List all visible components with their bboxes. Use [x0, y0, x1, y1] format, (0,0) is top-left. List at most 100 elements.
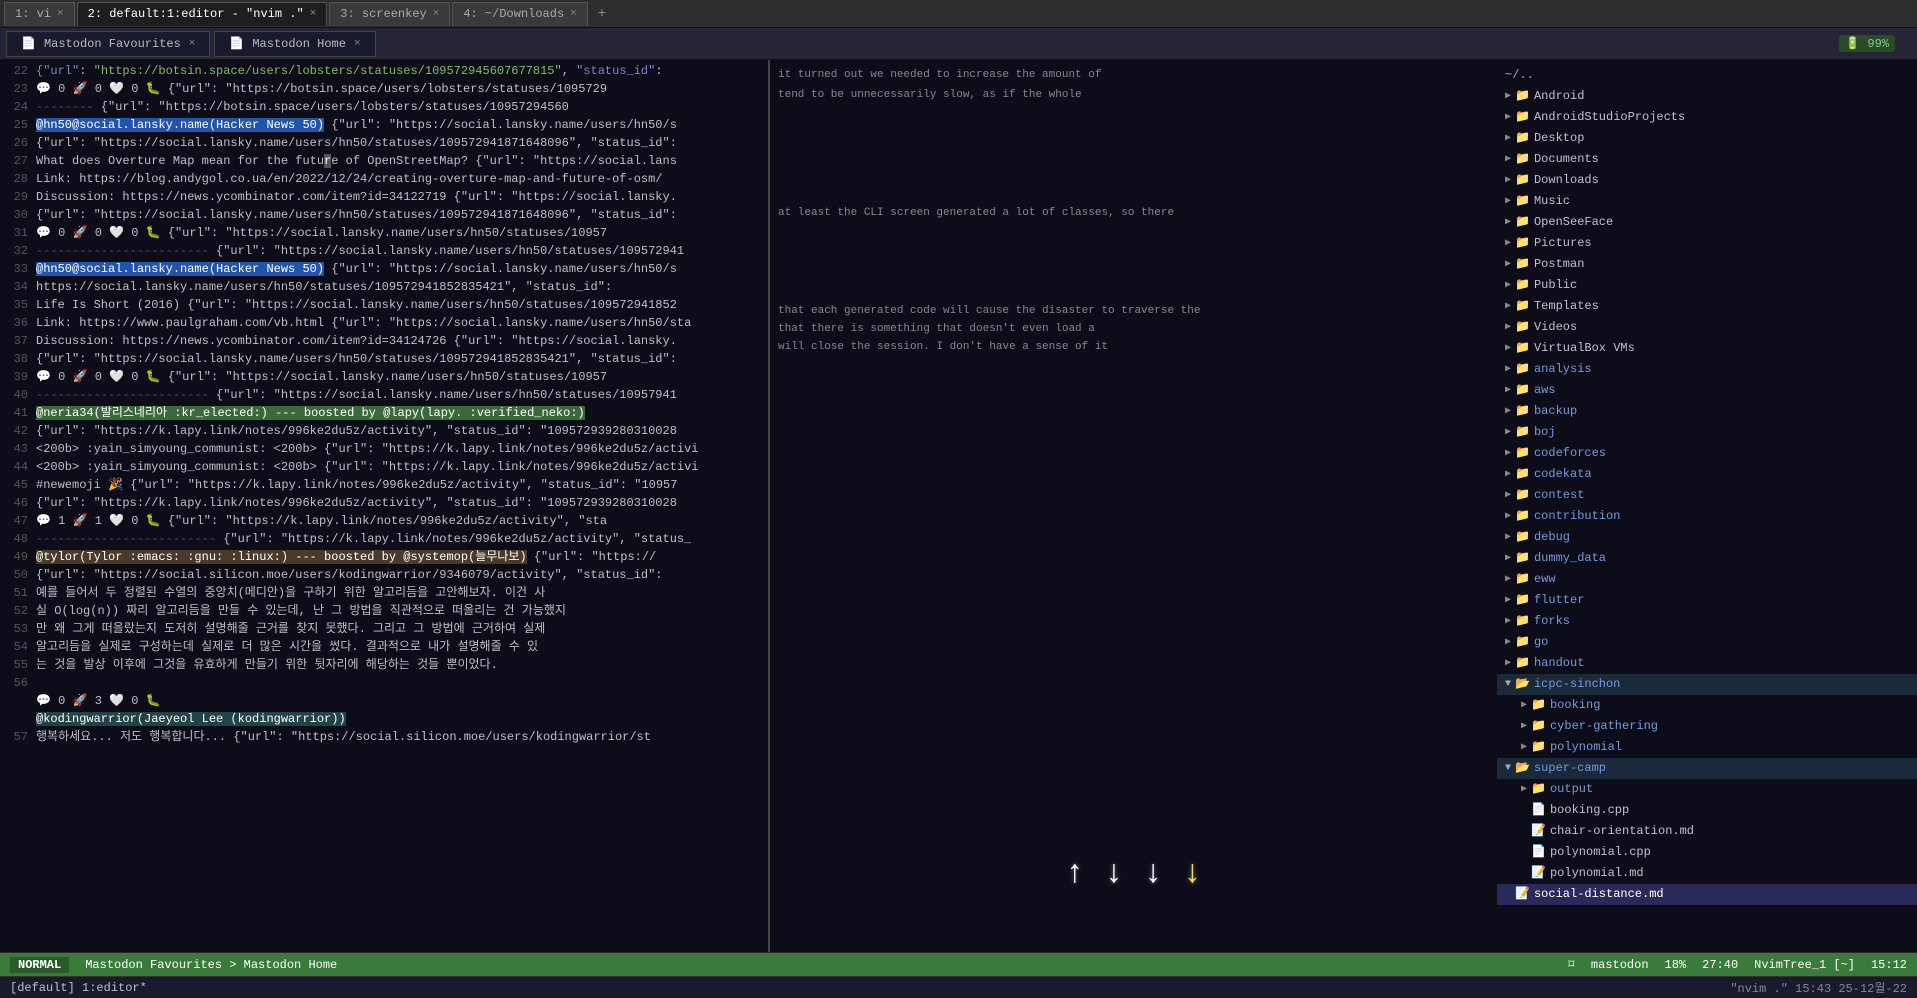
tree-item-forks[interactable]: ▶ 📁 forks [1497, 611, 1917, 632]
tree-item-flutter[interactable]: ▶ 📁 flutter [1497, 590, 1917, 611]
main-container: 📄 Mastodon Favourites × 📄 Mastodon Home … [0, 28, 1917, 998]
editor-line-45: 45 #newemoji 🎉 {"url": "https://k.lapy.l… [0, 476, 768, 494]
tree-item-label: eww [1534, 570, 1556, 589]
window-tab-home-icon: 📄 [229, 36, 244, 51]
tree-item-analysis[interactable]: ▶ 📁 analysis [1497, 359, 1917, 380]
tree-arrow: ▶ [1505, 339, 1511, 358]
tab-4-close[interactable]: × [570, 8, 577, 20]
tab-1[interactable]: 1: vi × [4, 2, 75, 26]
folder-icon: 📁 [1531, 696, 1546, 715]
editor-line-41: 41 @neria34(발리스네리아 :kr_elected:) --- boo… [0, 404, 768, 422]
file-icon: 📝 [1531, 822, 1546, 841]
tree-item-androidstudio[interactable]: ▶ 📁 AndroidStudioProjects [1497, 107, 1917, 128]
tree-item-aws[interactable]: ▶ 📁 aws [1497, 380, 1917, 401]
vim-mode-badge: NORMAL [10, 957, 69, 973]
editor-line-54: 54 알고리듬을 실제로 구성하는데 실제로 더 많은 시간을 썼다. 결과적으… [0, 638, 768, 656]
tree-arrow: ▶ [1505, 465, 1511, 484]
tree-item-social-distance[interactable]: ▶ 📝 social-distance.md [1497, 884, 1917, 905]
tree-item-chair-orientation[interactable]: ▶ 📝 chair-orientation.md [1497, 821, 1917, 842]
scroll-up-arrow[interactable]: ↑ [1065, 855, 1084, 892]
editor-line-43: 43 <200b> :yain_simyoung_communist: <200… [0, 440, 768, 458]
content-area: 22 {"url": "https://botsin.space/users/l… [0, 60, 1917, 952]
tree-item-contest[interactable]: ▶ 📁 contest [1497, 485, 1917, 506]
tree-item-handout[interactable]: ▶ 📁 handout [1497, 653, 1917, 674]
tree-item-icpc-sinchon[interactable]: ▼ 📂 icpc-sinchon [1497, 674, 1917, 695]
tree-item-openseeface[interactable]: ▶ 📁 OpenSeeFace [1497, 212, 1917, 233]
tree-item-public[interactable]: ▶ 📁 Public [1497, 275, 1917, 296]
tree-item-output[interactable]: ▶ 📁 output [1497, 779, 1917, 800]
tree-arrow: ▶ [1505, 318, 1511, 337]
folder-icon: 📂 [1515, 675, 1530, 694]
folder-icon: 📁 [1515, 465, 1530, 484]
folder-icon: 📁 [1515, 360, 1530, 379]
tree-item-super-camp[interactable]: ▼ 📂 super-camp [1497, 758, 1917, 779]
tree-item-codeforces[interactable]: ▶ 📁 codeforces [1497, 443, 1917, 464]
window-tab-mastodon-home[interactable]: 📄 Mastodon Home × [214, 31, 375, 57]
tree-arrow: ▶ [1521, 696, 1527, 715]
window-tab-home-close[interactable]: × [354, 38, 361, 50]
window-tab-mastodon-favourites[interactable]: 📄 Mastodon Favourites × [6, 31, 210, 57]
scroll-down-arrow-2[interactable]: ↓ [1144, 855, 1163, 892]
status-bar: NORMAL Mastodon Favourites > Mastodon Ho… [0, 952, 1917, 976]
file-tree[interactable]: ~/.. ▶ 📁 Android ▶ 📁 AndroidStudioProjec… [1497, 60, 1917, 952]
tree-item-label: debug [1534, 528, 1570, 547]
tree-item-downloads[interactable]: ▶ 📁 Downloads [1497, 170, 1917, 191]
chat-line-8: will close the session. I don't have a s… [778, 338, 1489, 356]
tree-item-polynomial[interactable]: ▶ 📁 polynomial [1497, 737, 1917, 758]
editor-line-53: 53 만 왜 그게 떠올랐는지 도저히 설명해줄 근거를 찾지 못했다. 그리고… [0, 620, 768, 638]
tree-arrow: ▶ [1505, 360, 1511, 379]
tree-item-backup[interactable]: ▶ 📁 backup [1497, 401, 1917, 422]
tab-2-close[interactable]: × [310, 8, 317, 20]
tree-arrow: ▶ [1505, 402, 1511, 421]
tree-arrow: ▶ [1505, 192, 1511, 211]
tab-1-close[interactable]: × [57, 8, 64, 20]
folder-icon: 📁 [1515, 318, 1530, 337]
tree-item-go[interactable]: ▶ 📁 go [1497, 632, 1917, 653]
tree-item-label: icpc-sinchon [1534, 675, 1620, 694]
chat-content[interactable]: it turned out we needed to increase the … [770, 60, 1497, 952]
tree-item-polynomial-md[interactable]: ▶ 📝 polynomial.md [1497, 863, 1917, 884]
tree-item-boj[interactable]: ▶ 📁 boj [1497, 422, 1917, 443]
folder-icon: 📁 [1515, 108, 1530, 127]
tree-arrow: ▶ [1505, 444, 1511, 463]
chat-line-4: at least the CLI screen generated a lot … [778, 204, 1489, 222]
tab-2[interactable]: 2: default:1:editor - "nvim ." × [77, 2, 328, 26]
tab-4[interactable]: 4: ~/Downloads × [452, 2, 587, 26]
tree-item-virtualbox[interactable]: ▶ 📁 VirtualBox VMs [1497, 338, 1917, 359]
scroll-down-arrow-3[interactable]: ↓ [1183, 855, 1202, 892]
tree-item-eww[interactable]: ▶ 📁 eww [1497, 569, 1917, 590]
tree-item-cyber-gathering[interactable]: ▶ 📁 cyber-gathering [1497, 716, 1917, 737]
tree-item-booking[interactable]: ▶ 📁 booking [1497, 695, 1917, 716]
tab-3[interactable]: 3: screenkey × [329, 2, 450, 26]
tree-item-pictures[interactable]: ▶ 📁 Pictures [1497, 233, 1917, 254]
editor-content[interactable]: 22 {"url": "https://botsin.space/users/l… [0, 60, 768, 952]
file-icon: 📝 [1531, 864, 1546, 883]
tab-3-close[interactable]: × [433, 8, 440, 20]
tree-item-polynomial-cpp[interactable]: ▶ 📄 polynomial.cpp [1497, 842, 1917, 863]
window-tab-fav-close[interactable]: × [189, 38, 196, 50]
tree-item-dummy-data[interactable]: ▶ 📁 dummy_data [1497, 548, 1917, 569]
tree-item-videos[interactable]: ▶ 📁 Videos [1497, 317, 1917, 338]
folder-icon: 📁 [1515, 297, 1530, 316]
tree-item-booking-cpp[interactable]: ▶ 📄 booking.cpp [1497, 800, 1917, 821]
tree-arrow: ▶ [1521, 843, 1527, 862]
editor-line-47: 47 💬 1 🚀 1 🤍 0 🐛 {"url": "https://k.lapy… [0, 512, 768, 530]
tab-add-button[interactable]: + [590, 4, 614, 24]
tree-arrow: ▶ [1505, 381, 1511, 400]
tree-item-label: Postman [1534, 255, 1584, 274]
folder-icon: 📁 [1515, 423, 1530, 442]
tree-item-postman[interactable]: ▶ 📁 Postman [1497, 254, 1917, 275]
tree-item-debug[interactable]: ▶ 📁 debug [1497, 527, 1917, 548]
tree-item-contribution[interactable]: ▶ 📁 contribution [1497, 506, 1917, 527]
tree-item-desktop[interactable]: ▶ 📁 Desktop [1497, 128, 1917, 149]
tree-item-templates[interactable]: ▶ 📁 Templates [1497, 296, 1917, 317]
tree-item-music[interactable]: ▶ 📁 Music [1497, 191, 1917, 212]
folder-icon: 📁 [1515, 507, 1530, 526]
tree-arrow: ▼ [1505, 675, 1511, 694]
scroll-down-arrow-1[interactable]: ↓ [1104, 855, 1123, 892]
folder-icon: 📁 [1515, 381, 1530, 400]
tree-item-documents[interactable]: ▶ 📁 Documents [1497, 149, 1917, 170]
tree-item-android[interactable]: ▶ 📁 Android [1497, 86, 1917, 107]
tree-arrow: ▶ [1505, 591, 1511, 610]
tree-item-codekata[interactable]: ▶ 📁 codekata [1497, 464, 1917, 485]
